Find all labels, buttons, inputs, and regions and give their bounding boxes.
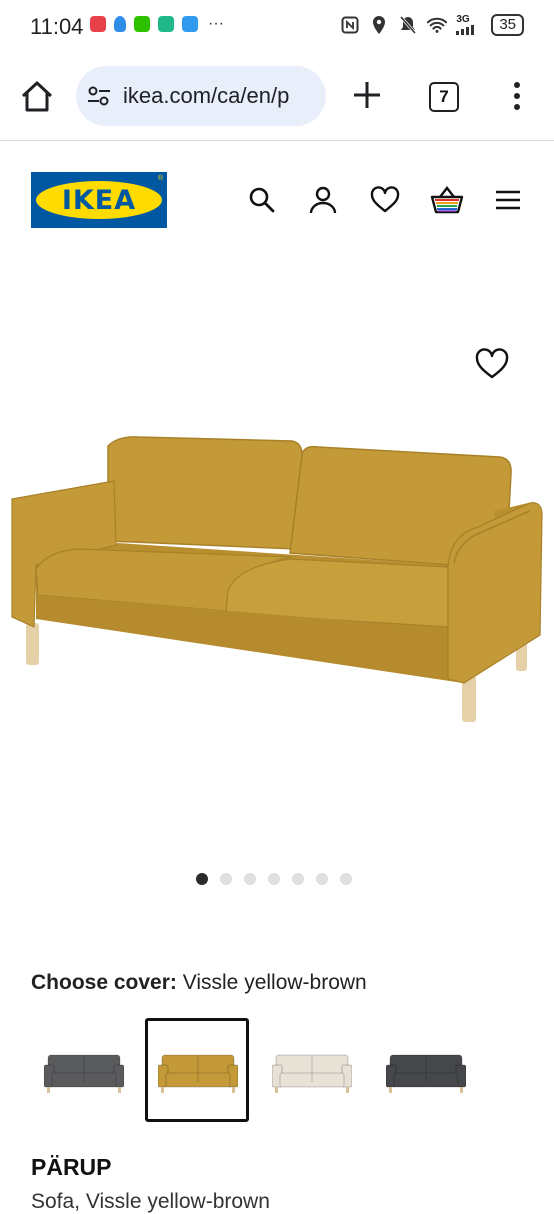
nfc-icon bbox=[340, 15, 360, 35]
cover-label-heading: Choose cover: bbox=[31, 971, 177, 994]
sofa-back-cushion bbox=[107, 436, 303, 550]
more-notifications-icon: ··· bbox=[208, 15, 224, 32]
menu-hamburger-icon[interactable] bbox=[494, 185, 524, 215]
huawei-app-icon bbox=[90, 16, 106, 32]
location-icon bbox=[369, 15, 389, 35]
favourites-heart-icon[interactable] bbox=[370, 185, 400, 215]
site-settings-icon[interactable] bbox=[86, 84, 112, 108]
status-time: 11:04 bbox=[30, 14, 84, 39]
swatch-sofa-thumbnail bbox=[158, 1054, 238, 1093]
gallery-pagination bbox=[196, 873, 352, 885]
cover-swatch-dark-gray[interactable] bbox=[31, 1018, 135, 1122]
shield-app-icon bbox=[114, 16, 126, 32]
product-image-sofa bbox=[11, 436, 543, 722]
messages-app-icon bbox=[182, 16, 198, 32]
wifi-icon bbox=[427, 15, 448, 35]
cell-signal-icon: 3G bbox=[456, 15, 482, 35]
browser-menu-icon[interactable] bbox=[505, 78, 529, 114]
phone-app-icon bbox=[158, 16, 174, 32]
cover-selector-label: Choose cover: Vissle yellow-brown bbox=[31, 971, 367, 995]
cover-swatch-list bbox=[31, 1018, 531, 1126]
add-to-favourites-heart-icon[interactable] bbox=[474, 347, 510, 381]
tab-switcher-button[interactable]: 7 bbox=[429, 82, 459, 112]
gallery-dot[interactable] bbox=[292, 873, 304, 885]
product-image-gallery[interactable] bbox=[0, 251, 554, 951]
gallery-dot[interactable] bbox=[244, 873, 256, 885]
gallery-dot[interactable] bbox=[340, 873, 352, 885]
cover-selected-value: Vissle yellow-brown bbox=[182, 971, 367, 994]
shopping-bag-icon[interactable] bbox=[430, 185, 464, 215]
cover-swatch-beige[interactable] bbox=[259, 1018, 363, 1122]
swatch-sofa-thumbnail bbox=[386, 1054, 466, 1093]
sofa-leg bbox=[26, 623, 39, 665]
cover-swatch-charcoal[interactable] bbox=[373, 1018, 477, 1122]
account-icon[interactable] bbox=[308, 185, 338, 215]
gallery-dot[interactable] bbox=[268, 873, 280, 885]
wechat-app-icon bbox=[134, 16, 150, 32]
gallery-dot[interactable] bbox=[220, 873, 232, 885]
gallery-dot[interactable] bbox=[196, 873, 208, 885]
swatch-sofa-thumbnail bbox=[44, 1054, 124, 1093]
address-bar[interactable]: ikea.com/ca/en/p bbox=[76, 66, 326, 126]
ikea-logo[interactable]: IKEA ® bbox=[31, 172, 167, 228]
site-header: IKEA ® bbox=[0, 141, 554, 251]
battery-indicator: 35 bbox=[491, 14, 524, 36]
logo-text: IKEA bbox=[61, 185, 137, 216]
product-description: Sofa, Vissle yellow-brown bbox=[31, 1190, 270, 1213]
product-name: PÄRUP bbox=[31, 1154, 112, 1180]
cover-swatch-yellow-brown[interactable] bbox=[145, 1018, 249, 1122]
search-icon[interactable] bbox=[247, 185, 277, 215]
new-tab-button[interactable] bbox=[350, 78, 384, 112]
gallery-dot[interactable] bbox=[316, 873, 328, 885]
url-text: ikea.com/ca/en/p bbox=[123, 83, 290, 108]
notification-icons: ··· bbox=[90, 16, 224, 32]
mute-bell-icon bbox=[398, 15, 418, 35]
swatch-sofa-thumbnail bbox=[272, 1054, 352, 1093]
home-button[interactable] bbox=[18, 78, 56, 116]
logo-trademark: ® bbox=[157, 175, 163, 182]
status-bar: 11:04 ··· 3G 35 bbox=[0, 0, 554, 52]
browser-toolbar: ikea.com/ca/en/p 7 bbox=[0, 52, 554, 141]
